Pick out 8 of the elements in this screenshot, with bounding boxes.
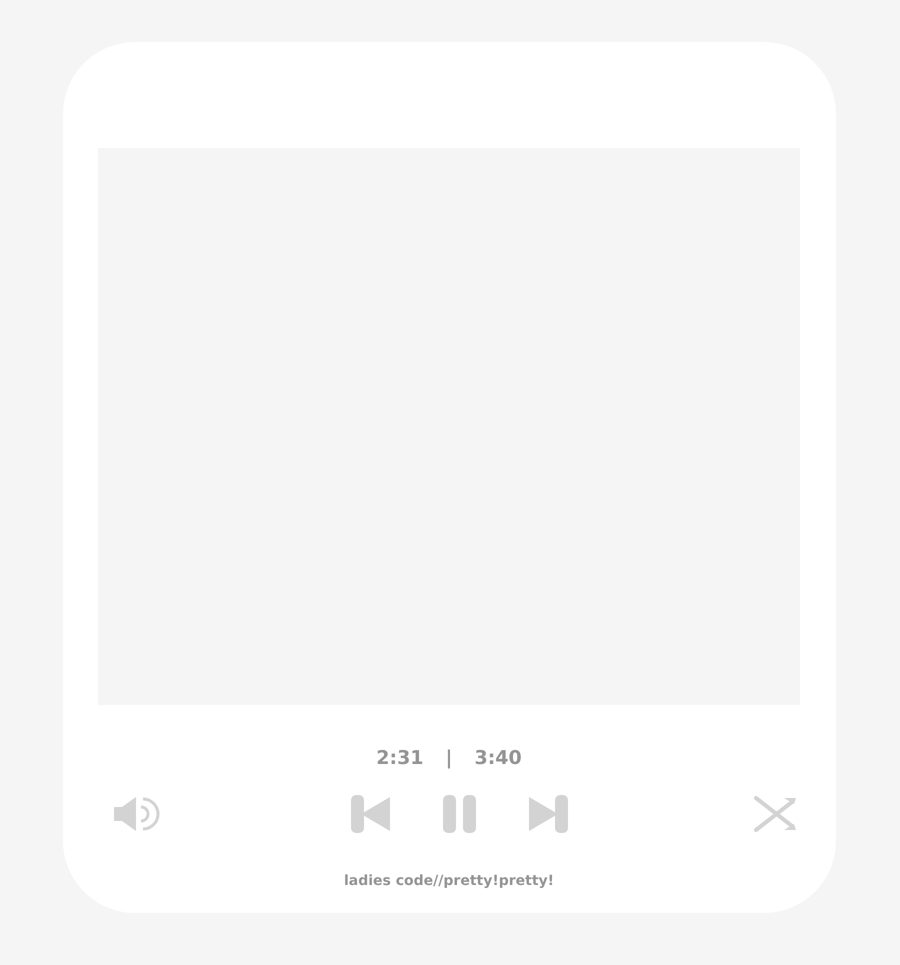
track-title: ladies code//pretty!pretty! [344, 873, 554, 889]
pause-icon[interactable] [442, 795, 476, 833]
elapsed-time: 2:31 [376, 747, 424, 769]
time-separator: | [446, 747, 452, 769]
shuffle-icon[interactable] [754, 796, 798, 832]
previous-icon[interactable] [350, 795, 390, 833]
total-time: 3:40 [474, 747, 522, 769]
next-icon[interactable] [528, 795, 568, 833]
